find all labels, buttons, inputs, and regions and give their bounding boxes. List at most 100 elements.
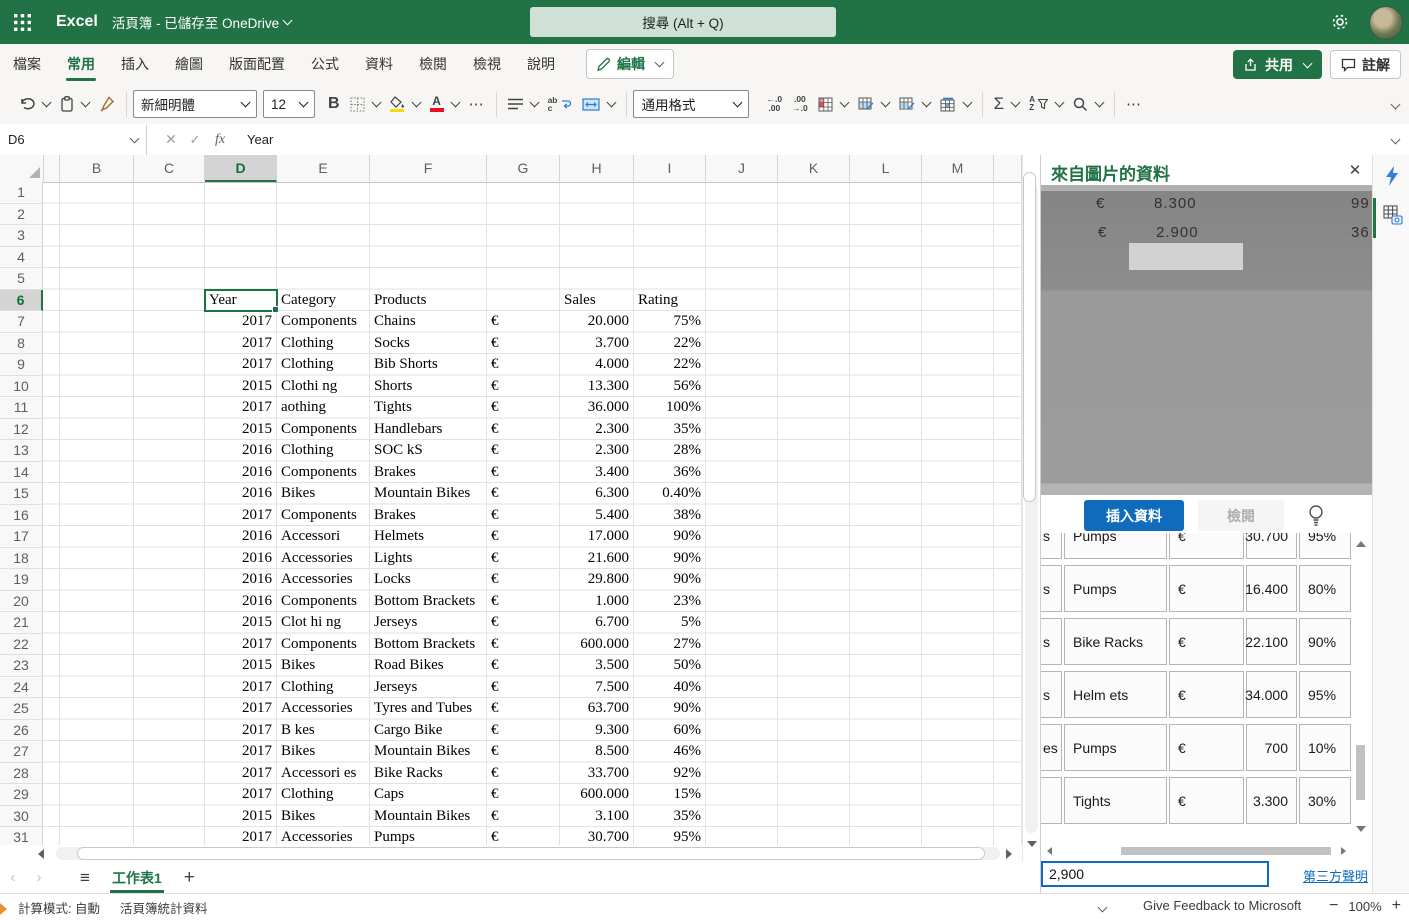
font-name-select[interactable]: 新細明體 bbox=[133, 90, 257, 118]
cell-D17[interactable]: 2016 bbox=[209, 526, 272, 548]
lightning-bolt-icon[interactable] bbox=[1383, 165, 1403, 185]
row-header-27[interactable]: 27 bbox=[0, 741, 43, 763]
row-header-17[interactable]: 17 bbox=[0, 526, 43, 548]
pane-cell-cur[interactable]: € bbox=[1169, 777, 1244, 824]
cell-D8[interactable]: 2017 bbox=[209, 333, 272, 355]
cell-G9[interactable]: € bbox=[491, 354, 555, 376]
tab-view[interactable]: 檢視 bbox=[460, 44, 514, 84]
close-icon[interactable]: ✕ bbox=[1345, 161, 1365, 181]
cell-E23[interactable]: Bikes bbox=[281, 655, 365, 677]
row-header-9[interactable]: 9 bbox=[0, 354, 43, 376]
cell-D7[interactable]: 2017 bbox=[209, 311, 272, 333]
grid-horizontal-scrollbar[interactable] bbox=[0, 845, 1022, 862]
sort-filter-button[interactable]: AZ bbox=[1024, 89, 1068, 119]
row-header-11[interactable]: 11 bbox=[0, 397, 43, 419]
row-header-13[interactable]: 13 bbox=[0, 440, 43, 462]
column-header-L[interactable]: L bbox=[850, 155, 922, 181]
cell-H13[interactable]: 2.300 bbox=[564, 440, 629, 462]
row-header-19[interactable]: 19 bbox=[0, 569, 43, 591]
scroll-left-arrow[interactable] bbox=[38, 849, 44, 859]
cell-D26[interactable]: 2017 bbox=[209, 720, 272, 742]
row-header-23[interactable]: 23 bbox=[0, 655, 43, 677]
cell-value-edit-input[interactable] bbox=[1041, 861, 1269, 887]
more-font-options-button[interactable]: ⋯ bbox=[464, 89, 490, 119]
settings-gear-icon[interactable] bbox=[1328, 10, 1352, 34]
row-header-3[interactable]: 3 bbox=[0, 225, 43, 247]
insert-table-button[interactable] bbox=[935, 89, 976, 119]
cell-G22[interactable]: € bbox=[491, 634, 555, 656]
comments-button[interactable]: 註解 bbox=[1330, 50, 1401, 79]
calc-mode-status[interactable]: 計算模式: 自動 bbox=[8, 898, 110, 917]
cell-D16[interactable]: 2017 bbox=[209, 505, 272, 527]
cell-D10[interactable]: 2015 bbox=[209, 376, 272, 398]
cell-E11[interactable]: aothing bbox=[281, 397, 365, 419]
row-header-26[interactable]: 26 bbox=[0, 720, 43, 742]
cell-G20[interactable]: € bbox=[491, 591, 555, 613]
cell-F24[interactable]: Jerseys bbox=[374, 677, 482, 699]
autosum-button[interactable]: Σ bbox=[989, 89, 1025, 119]
cell-D18[interactable]: 2016 bbox=[209, 548, 272, 570]
cell-E6[interactable]: Category bbox=[281, 290, 365, 312]
cell-I20[interactable]: 23% bbox=[638, 591, 701, 613]
cell-F15[interactable]: Mountain Bikes bbox=[374, 483, 482, 505]
pane-cell-pct[interactable]: 95% bbox=[1299, 671, 1351, 718]
cell-F29[interactable]: Caps bbox=[374, 784, 482, 806]
cell-I21[interactable]: 5% bbox=[638, 612, 701, 634]
pane-cell-pct[interactable]: 80% bbox=[1299, 565, 1351, 612]
zoom-in-button[interactable]: + bbox=[1392, 897, 1401, 915]
row-header-22[interactable]: 22 bbox=[0, 634, 43, 656]
row-header-15[interactable]: 15 bbox=[0, 483, 43, 505]
next-sheet-arrow[interactable]: › bbox=[26, 869, 52, 886]
cell-G19[interactable]: € bbox=[491, 569, 555, 591]
cell-I13[interactable]: 28% bbox=[638, 440, 701, 462]
cell-F30[interactable]: Mountain Bikes bbox=[374, 806, 482, 828]
cell-E27[interactable]: Bikes bbox=[281, 741, 365, 763]
pane-cell-value[interactable]: 30.700 bbox=[1246, 533, 1297, 559]
pane-cell-product[interactable]: Pumps bbox=[1064, 724, 1167, 771]
cell-I26[interactable]: 60% bbox=[638, 720, 701, 742]
cell-D19[interactable]: 2016 bbox=[209, 569, 272, 591]
cell-H24[interactable]: 7.500 bbox=[564, 677, 629, 699]
cell-G24[interactable]: € bbox=[491, 677, 555, 699]
cell-H27[interactable]: 8.500 bbox=[564, 741, 629, 763]
zoom-level[interactable]: 100% bbox=[1348, 899, 1381, 914]
column-header-E[interactable]: E bbox=[277, 155, 370, 181]
scroll-down-arrow[interactable] bbox=[1356, 826, 1366, 832]
cell-H6[interactable]: Sales bbox=[564, 290, 629, 312]
cell-D24[interactable]: 2017 bbox=[209, 677, 272, 699]
cell-F9[interactable]: Bib Shorts bbox=[374, 354, 482, 376]
pane-vertical-scrollbar[interactable] bbox=[1353, 533, 1369, 845]
decrease-decimal-button[interactable]: ←.0.00 bbox=[761, 89, 787, 119]
cell-H23[interactable]: 3.500 bbox=[564, 655, 629, 677]
alignment-button[interactable] bbox=[503, 89, 543, 119]
cell-D22[interactable]: 2017 bbox=[209, 634, 272, 656]
cell-E7[interactable]: Components bbox=[281, 311, 365, 333]
cell-D12[interactable]: 2015 bbox=[209, 419, 272, 441]
cell-G23[interactable]: € bbox=[491, 655, 555, 677]
cell-G27[interactable]: € bbox=[491, 741, 555, 763]
pane-cell-product[interactable]: Pumps bbox=[1064, 533, 1167, 559]
cell-F13[interactable]: SOC kS bbox=[374, 440, 482, 462]
cell-F17[interactable]: Helmets bbox=[374, 526, 482, 548]
row-header-16[interactable]: 16 bbox=[0, 505, 43, 527]
number-format-select[interactable]: 通用格式 bbox=[633, 90, 749, 118]
pane-cell-product[interactable]: Pumps bbox=[1064, 565, 1167, 612]
cell-I25[interactable]: 90% bbox=[638, 698, 701, 720]
grid-vertical-scrollbar[interactable] bbox=[1022, 155, 1041, 862]
pane-cell-pct[interactable]: 10% bbox=[1299, 724, 1351, 771]
cell-G25[interactable]: € bbox=[491, 698, 555, 720]
cell-F27[interactable]: Mountain Bikes bbox=[374, 741, 482, 763]
cell-I11[interactable]: 100% bbox=[638, 397, 701, 419]
cell-H18[interactable]: 21.600 bbox=[564, 548, 629, 570]
vertical-scroll-thumb[interactable] bbox=[1356, 745, 1365, 800]
wrap-text-button[interactable]: abc bbox=[543, 89, 578, 119]
scroll-up-arrow[interactable] bbox=[1356, 541, 1366, 547]
pane-cell-frag[interactable]: s bbox=[1041, 618, 1062, 665]
cell-H29[interactable]: 600.000 bbox=[564, 784, 629, 806]
cell-E16[interactable]: Components bbox=[281, 505, 365, 527]
tab-help[interactable]: 說明 bbox=[514, 44, 568, 84]
cell-E25[interactable]: Accessories bbox=[281, 698, 365, 720]
cell-G12[interactable]: € bbox=[491, 419, 555, 441]
pane-cell-value[interactable]: 34.000 bbox=[1246, 671, 1297, 718]
prev-sheet-arrow[interactable]: ‹ bbox=[0, 869, 26, 886]
